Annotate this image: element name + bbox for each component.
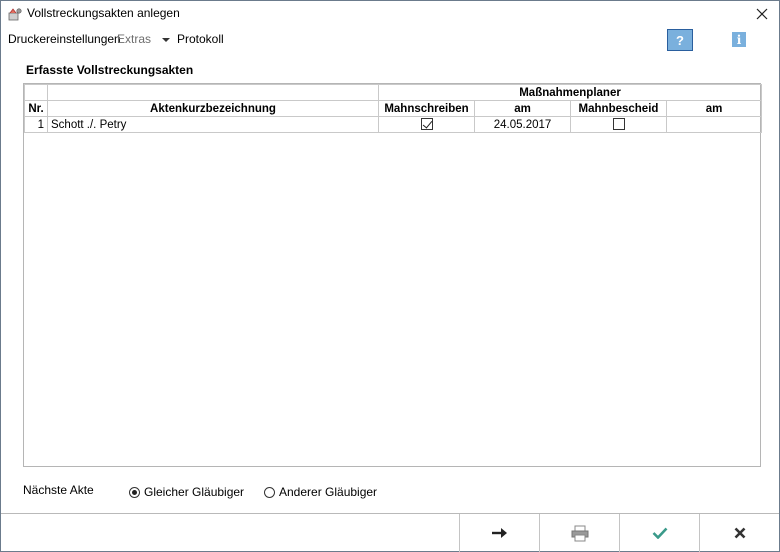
help-button[interactable]: ? bbox=[667, 29, 693, 51]
column-header-mahnbescheid[interactable]: Mahnbescheid bbox=[570, 100, 667, 117]
ok-button[interactable] bbox=[619, 514, 699, 552]
table-row[interactable]: 1 Schott ./. Petry 24.05.2017 bbox=[24, 116, 763, 133]
mahnbescheid-checkbox[interactable] bbox=[612, 118, 625, 131]
app-icon bbox=[7, 6, 23, 22]
dialog-window: Vollstreckungsakten anlegen Druckereinst… bbox=[0, 0, 780, 552]
checkmark-icon bbox=[652, 527, 667, 539]
arrow-right-icon bbox=[491, 528, 507, 538]
cell-mahnbescheid bbox=[570, 116, 667, 133]
menu-extras[interactable]: Extras bbox=[117, 32, 151, 46]
cell-mahnschreiben bbox=[378, 116, 475, 133]
files-grid[interactable]: Maßnahmenplaner Nr. Aktenkurzbezeichnung… bbox=[23, 83, 763, 467]
next-button[interactable] bbox=[459, 514, 539, 552]
radio-label: Gleicher Gläubiger bbox=[144, 485, 245, 499]
column-header-aktenkurzbezeichnung[interactable]: Aktenkurzbezeichnung bbox=[47, 100, 379, 117]
files-table: Maßnahmenplaner Nr. Aktenkurzbezeichnung… bbox=[24, 84, 763, 133]
footer-bar bbox=[1, 513, 779, 552]
radio-label: Anderer Gläubiger bbox=[279, 485, 378, 499]
printer-icon bbox=[571, 525, 588, 541]
mahnschreiben-checkbox[interactable] bbox=[420, 118, 433, 131]
group-header-empty bbox=[24, 84, 48, 101]
print-button[interactable] bbox=[539, 514, 619, 552]
radio-button[interactable] bbox=[264, 486, 275, 498]
cell-aktenkurzbezeichnung[interactable]: Schott ./. Petry bbox=[47, 116, 379, 133]
radio-gleicher-glaeubiger[interactable]: Gleicher Gläubiger bbox=[129, 485, 244, 499]
cell-mahnbescheid-am[interactable] bbox=[665, 116, 763, 133]
next-file-label: Nächste Akte bbox=[23, 483, 94, 497]
cell-mahnschreiben-am[interactable]: 24.05.2017 bbox=[474, 116, 571, 133]
radio-button[interactable] bbox=[129, 486, 140, 498]
menu-druckereinstellungen[interactable]: Druckereinstellungen bbox=[8, 32, 121, 46]
cell-nr: 1 bbox=[24, 116, 48, 133]
cancel-icon bbox=[734, 527, 745, 539]
column-header-am[interactable]: am bbox=[665, 100, 763, 117]
info-button[interactable]: i bbox=[732, 32, 746, 47]
title-bar: Vollstreckungsakten anlegen bbox=[1, 1, 779, 27]
group-header-empty bbox=[47, 84, 379, 101]
radio-anderer-glaeubiger[interactable]: Anderer Gläubiger bbox=[264, 485, 377, 499]
section-title: Erfasste Vollstreckungsakten bbox=[26, 63, 194, 77]
cancel-button[interactable] bbox=[699, 514, 779, 552]
menu-bar: Druckereinstellungen Extras Protokoll bbox=[1, 29, 779, 51]
column-header-am[interactable]: am bbox=[474, 100, 571, 117]
close-button[interactable] bbox=[745, 1, 779, 27]
chevron-down-icon bbox=[162, 38, 170, 42]
column-header-mahnschreiben[interactable]: Mahnschreiben bbox=[378, 100, 475, 117]
window-title: Vollstreckungsakten anlegen bbox=[27, 6, 180, 20]
close-icon bbox=[756, 8, 768, 20]
group-header-massnahmenplaner: Maßnahmenplaner bbox=[377, 84, 763, 101]
column-header-nr[interactable]: Nr. bbox=[24, 100, 48, 117]
menu-protokoll[interactable]: Protokoll bbox=[177, 32, 224, 46]
